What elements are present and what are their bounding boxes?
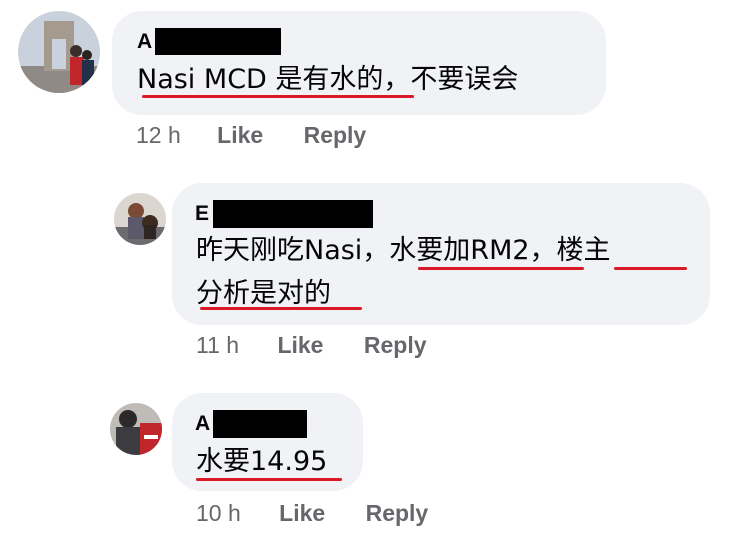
avatar[interactable] <box>110 403 162 455</box>
comment-actions: 12 h Like Reply <box>136 122 366 149</box>
comment-actions: 10 h Like Reply <box>196 500 428 527</box>
redacted-name <box>213 200 373 228</box>
like-button[interactable]: Like <box>277 332 323 359</box>
comment-author[interactable]: E <box>195 202 209 226</box>
comment-author[interactable]: A <box>137 30 152 54</box>
comment-time[interactable]: 12 h <box>136 122 181 149</box>
comment-text-line: 昨天刚吃Nasi，水要加RM2，楼主 <box>196 235 611 266</box>
comment-time[interactable]: 11 h <box>196 332 239 359</box>
highlight-underline <box>418 267 584 270</box>
comment-author[interactable]: A <box>195 412 210 436</box>
like-button[interactable]: Like <box>279 500 325 527</box>
redacted-name <box>155 28 281 55</box>
avatar[interactable] <box>18 11 100 93</box>
highlight-underline <box>142 95 414 98</box>
like-button[interactable]: Like <box>217 122 263 149</box>
redacted-name <box>213 410 307 438</box>
comment-time[interactable]: 10 h <box>196 500 241 527</box>
reply-button[interactable]: Reply <box>366 500 429 527</box>
avatar[interactable] <box>114 193 166 245</box>
profile-photo-icon <box>110 403 162 455</box>
profile-photo-icon <box>114 193 166 245</box>
profile-photo-icon <box>18 11 100 93</box>
comment-actions: 11 h Like Reply <box>196 332 427 359</box>
highlight-underline <box>200 307 362 310</box>
highlight-underline <box>614 267 687 270</box>
highlight-underline <box>196 478 342 481</box>
reply-button[interactable]: Reply <box>304 122 367 149</box>
reply-button[interactable]: Reply <box>364 332 427 359</box>
comment-text: 水要14.95 <box>196 446 328 477</box>
comment-text: Nasi MCD 是有水的，不要误会 <box>137 64 519 95</box>
